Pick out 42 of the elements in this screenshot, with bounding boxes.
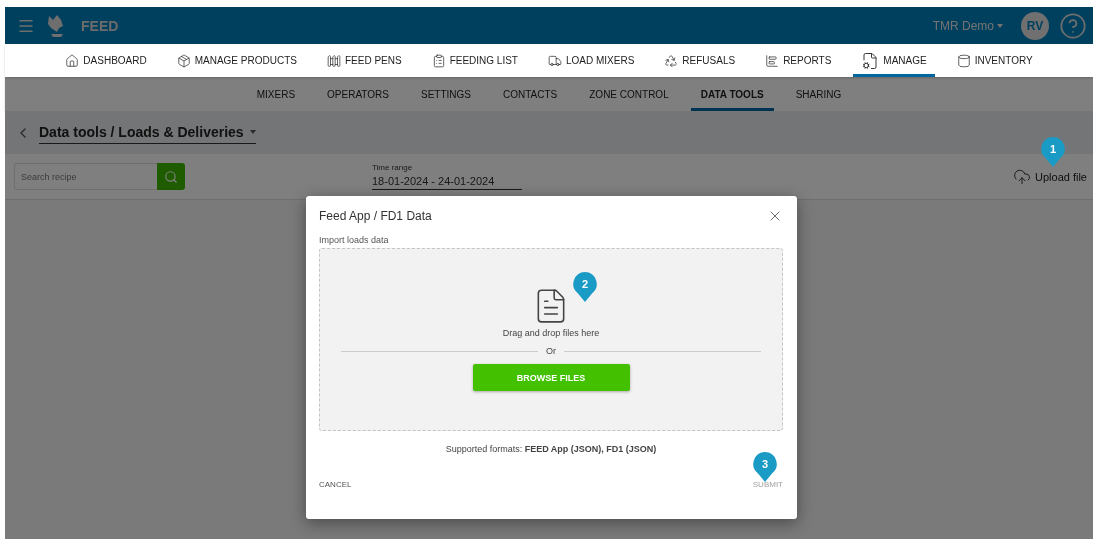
sub-tab[interactable]: CONTACTS <box>493 77 568 111</box>
search-field[interactable]: Search recipe <box>14 163 157 190</box>
sub-tab[interactable]: MIXERS <box>246 77 306 111</box>
breadcrumb-select[interactable]: Data tools / Loads & Deliveries <box>39 121 256 144</box>
truck-icon <box>548 53 562 68</box>
bar-chart-icon <box>765 53 780 68</box>
nav-tab[interactable]: INVENTORY <box>948 44 1041 77</box>
nav-tab[interactable]: DASHBOARD <box>57 44 155 77</box>
sub-tab[interactable]: ZONE CONTROL <box>579 77 679 111</box>
cloud-upload-icon <box>1013 167 1031 186</box>
or-separator: Or <box>546 346 556 356</box>
drop-hint: Drag and drop files here <box>502 328 600 338</box>
sub-tab[interactable]: SETTINGS <box>410 77 481 111</box>
time-range-field[interactable]: 18-01-2024 - 24-01-2024 <box>372 175 522 190</box>
upload-file-button[interactable]: Upload file <box>1013 167 1087 186</box>
nav-tab[interactable]: REPORTS <box>757 44 840 77</box>
nav-tab[interactable]: REFUSALS <box>656 44 744 77</box>
cylinder-icon <box>956 53 971 68</box>
fence-icon <box>326 53 341 68</box>
sub-tab[interactable]: SHARING <box>785 77 852 111</box>
step-marker: 1 <box>1040 136 1066 168</box>
section-label: Import loads data <box>319 235 390 245</box>
help-icon[interactable] <box>1059 11 1087 40</box>
search-icon <box>164 169 178 184</box>
nav-tab[interactable]: FEED PENS <box>318 44 410 77</box>
nav-tab[interactable]: MANAGE PRODUCTS <box>168 44 305 77</box>
file-gear-icon <box>861 51 880 70</box>
supported-formats-text: Supported formats: FEED App (JSON), FD1 (JSON) <box>445 444 657 454</box>
search-button[interactable] <box>157 163 185 190</box>
recycle-icon <box>664 53 679 68</box>
nav-tab[interactable]: LOAD MIXERS <box>540 44 643 77</box>
cancel-button[interactable]: CANCEL <box>319 480 352 489</box>
clipboard-list-icon <box>431 53 446 68</box>
time-range-label: Time range <box>372 163 414 172</box>
house-icon <box>65 53 80 68</box>
app-title: FEED <box>81 17 119 34</box>
package-icon <box>176 53 191 68</box>
dialog-title: Feed App / FD1 Data <box>319 209 432 223</box>
step-marker: 3 <box>752 451 778 483</box>
sub-tab[interactable]: OPERATORS <box>317 77 399 111</box>
nav-tab[interactable]: FEEDING LIST <box>423 44 526 77</box>
step-marker: 2 <box>572 271 598 303</box>
